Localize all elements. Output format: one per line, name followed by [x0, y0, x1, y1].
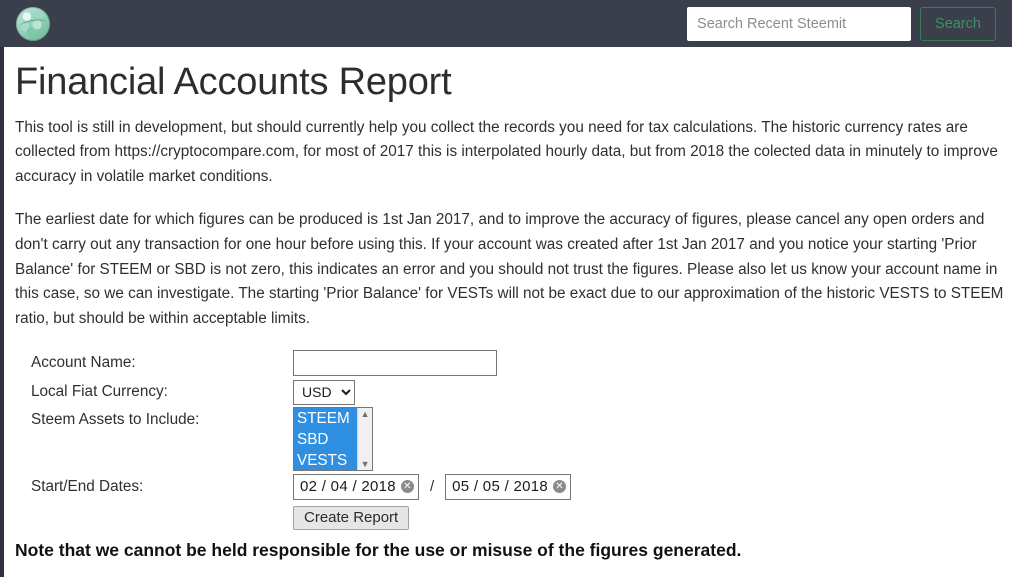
- fiat-currency-row: Local Fiat Currency: USD: [31, 378, 1004, 407]
- end-date-value: 05 / 05 / 2018: [452, 478, 549, 496]
- assets-option-vests[interactable]: VESTS: [294, 449, 358, 470]
- fiat-currency-select[interactable]: USD: [293, 379, 355, 405]
- steem-globe-logo-icon[interactable]: [16, 6, 50, 41]
- assets-listbox[interactable]: STEEM SBD VESTS ▲ ▼: [293, 406, 373, 471]
- fiat-currency-label: Local Fiat Currency:: [31, 383, 168, 401]
- start-date-clear-circle-icon[interactable]: ✕: [400, 480, 414, 494]
- page-root: Search Financial Accounts Report This to…: [0, 0, 1012, 577]
- top-navbar: Search: [0, 0, 1012, 47]
- intro-paragraph-1: This tool is still in development, but s…: [15, 118, 998, 186]
- assets-row: Steem Assets to Include: STEEM SBD VESTS…: [31, 406, 1004, 471]
- assets-option-sbd[interactable]: SBD: [294, 428, 358, 450]
- search-button[interactable]: Search: [920, 6, 996, 41]
- dates-label: Start/End Dates:: [31, 477, 144, 495]
- main-content: Financial Accounts Report This tool is s…: [0, 47, 1012, 577]
- report-form: Account Name: Local Fiat Currency: USD S…: [15, 349, 1004, 533]
- chevron-down-icon[interactable]: ▼: [361, 459, 370, 469]
- search-input[interactable]: [687, 6, 912, 41]
- page-title: Financial Accounts Report: [15, 61, 452, 103]
- start-date-value: 02 / 04 / 2018: [300, 478, 396, 496]
- create-report-button[interactable]: Create Report: [293, 505, 410, 530]
- account-name-input[interactable]: [293, 350, 497, 377]
- footer-disclaimer: Note that we cannot be held responsible …: [15, 539, 742, 560]
- assets-label: Steem Assets to Include:: [31, 410, 200, 428]
- start-date-field[interactable]: 02 / 04 / 2018 ✕: [293, 473, 419, 500]
- assets-option-steem[interactable]: STEEM: [294, 407, 358, 429]
- dates-row: Start/End Dates: 02 / 04 / 2018 ✕ / 05 /…: [31, 471, 1004, 503]
- intro-paragraph-2: The earliest date for which figures can …: [15, 210, 1004, 328]
- end-date-field[interactable]: 05 / 05 / 2018 ✕: [445, 473, 572, 500]
- chevron-up-icon[interactable]: ▲: [361, 409, 370, 419]
- assets-options-list: STEEM SBD VESTS: [294, 407, 358, 470]
- assets-listbox-scrollbar[interactable]: ▲ ▼: [357, 407, 372, 470]
- account-name-label: Account Name:: [31, 354, 136, 372]
- account-name-row: Account Name:: [31, 349, 1004, 378]
- dates-separator: /: [429, 478, 435, 496]
- end-date-clear-circle-icon[interactable]: ✕: [553, 480, 567, 494]
- create-report-row: Create Report: [31, 503, 1004, 533]
